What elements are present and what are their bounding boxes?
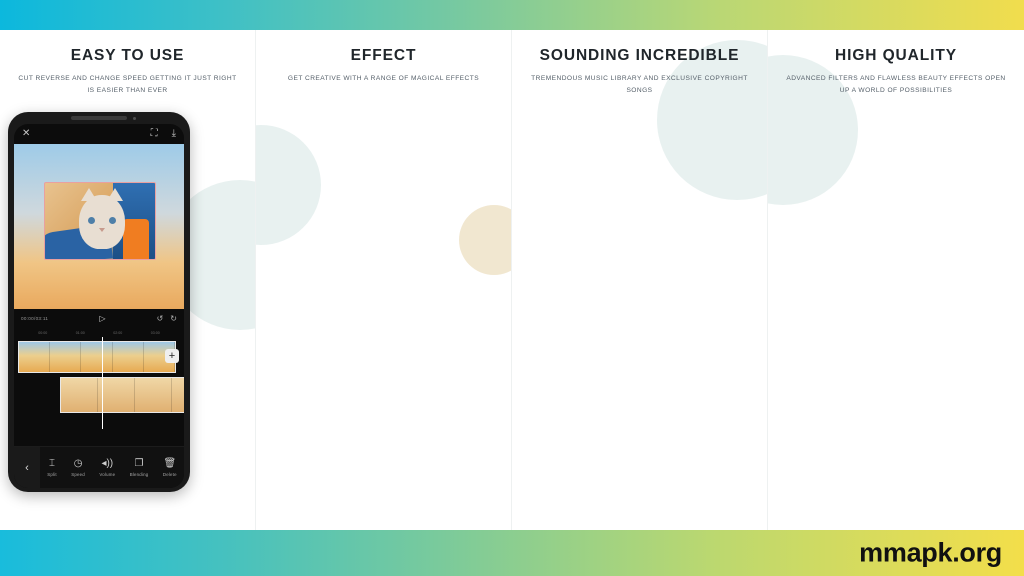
ruler-tick: 01:00 <box>75 331 85 335</box>
add-clip-button[interactable]: + <box>165 349 179 363</box>
timeline-tracks[interactable]: + <box>14 337 184 429</box>
tool-speed[interactable]: ◷ Speed <box>71 457 85 477</box>
tool-blending[interactable]: ❐ Blending <box>129 457 149 477</box>
undo-icon[interactable]: ↺ <box>157 314 164 323</box>
panel-header: EASY TO USE CUT REVERSE AND CHANGE SPEED… <box>0 30 255 96</box>
tool-label: Blending <box>129 471 149 477</box>
timecode: 00:00/03:11 <box>21 315 49 321</box>
fullscreen-icon[interactable]: ⛶ <box>151 129 158 139</box>
play-icon[interactable]: ▷ <box>99 314 105 323</box>
video-preview[interactable] <box>14 144 184 309</box>
page-title: SOUNDING INCREDIBLE <box>539 47 740 64</box>
back-button[interactable]: ‹ <box>14 447 40 488</box>
export-icon[interactable]: ⤓ <box>172 129 176 139</box>
tool-label: Speed <box>71 471 85 477</box>
tool-delete[interactable]: 🗑 Delete <box>162 457 177 477</box>
trash-icon: 🗑 <box>163 457 177 469</box>
ruler-tick: 02:00 <box>113 331 123 335</box>
timeline-clip[interactable] <box>60 377 184 413</box>
playback-bar: 00:00/03:11 ▷ ↺ ↻ <box>14 309 184 327</box>
panel-effect: EFFECT GET CREATIVE WITH A RANGE OF MAGI… <box>256 30 512 530</box>
tool-split[interactable]: ⌶ Split <box>47 457 57 477</box>
split-icon: ⌶ <box>48 457 55 469</box>
video-frame-cat <box>44 182 156 260</box>
phone-screen-1: ✕ ⛶ ⤓ 00:00/03:11 ▷ ↺ ↻ 00:00 01:00 02:0… <box>14 124 184 488</box>
panel-subtitle: ADVANCED FILTERS AND FLAWLESS BEAUTY EFF… <box>786 75 1006 94</box>
panel-subtitle: TREMENDOUS MUSIC LIBRARY AND EXCLUSIVE C… <box>531 75 748 94</box>
editor-toolbar: ‹ ⌶ Split ◷ Speed ◂)) Volume ❐ Blending … <box>14 446 184 488</box>
timeline-clip[interactable] <box>18 341 176 373</box>
tool-volume[interactable]: ◂)) Volume <box>99 457 116 477</box>
ruler-tick: 03:00 <box>150 331 160 335</box>
tool-label: Delete <box>162 471 177 477</box>
blending-icon: ❐ <box>134 457 144 469</box>
editor-top-bar: ✕ ⛶ ⤓ <box>14 124 184 144</box>
panel-sounding-incredible: SOUNDING INCREDIBLE TREMENDOUS MUSIC LIB… <box>512 30 768 530</box>
panel-high-quality: HIGH QUALITY ADVANCED FILTERS AND FLAWLE… <box>768 30 1024 530</box>
close-icon[interactable]: ✕ <box>22 129 30 139</box>
decor-blob <box>459 205 511 275</box>
panel-subtitle: CUT REVERSE AND CHANGE SPEED GETTING IT … <box>18 75 237 94</box>
feature-panels: EASY TO USE CUT REVERSE AND CHANGE SPEED… <box>0 30 1024 530</box>
tool-label: Volume <box>99 471 116 477</box>
page-title: EFFECT <box>350 47 417 64</box>
bottom-gradient-bar: mmapk.org <box>0 530 1024 576</box>
top-gradient-bar <box>0 0 1024 30</box>
timeline[interactable]: 00:00 01:00 02:00 03:00 + <box>14 327 184 429</box>
panel-header: HIGH QUALITY ADVANCED FILTERS AND FLAWLE… <box>768 30 1024 96</box>
panel-header: SOUNDING INCREDIBLE TREMENDOUS MUSIC LIB… <box>512 30 767 96</box>
page-title: HIGH QUALITY <box>835 47 957 64</box>
site-logo: mmapk.org <box>859 537 1002 568</box>
page-title: EASY TO USE <box>70 47 185 64</box>
redo-icon[interactable]: ↻ <box>170 314 177 323</box>
panel-subtitle: GET CREATIVE WITH A RANGE OF MAGICAL EFF… <box>287 75 480 82</box>
panel-header: EFFECT GET CREATIVE WITH A RANGE OF MAGI… <box>256 30 511 85</box>
speed-icon: ◷ <box>73 457 83 469</box>
tool-label: Split <box>47 471 57 477</box>
panel-easy-to-use: EASY TO USE CUT REVERSE AND CHANGE SPEED… <box>0 30 256 530</box>
phone-notch <box>71 116 136 120</box>
phone-mockup-1: ✕ ⛶ ⤓ 00:00/03:11 ▷ ↺ ↻ 00:00 01:00 02:0… <box>8 112 190 492</box>
playhead[interactable] <box>102 337 103 429</box>
volume-icon: ◂)) <box>101 457 114 469</box>
ruler-tick: 00:00 <box>38 331 48 335</box>
decor-blob <box>256 125 321 245</box>
